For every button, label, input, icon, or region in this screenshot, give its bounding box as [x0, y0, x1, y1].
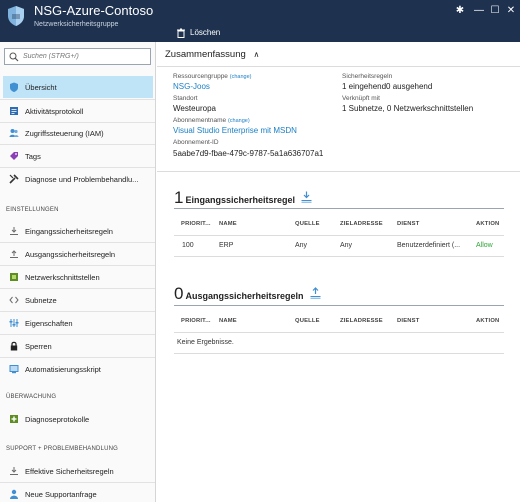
delete-button[interactable]: Löschen [176, 26, 220, 39]
sidebar-item-diagnostic-logs[interactable]: Diagnoseprotokolle [0, 408, 155, 430]
outbound-arrow-icon [310, 287, 321, 299]
settings-section-label: EINSTELLUNGEN [6, 207, 59, 213]
properties-icon [9, 319, 19, 327]
users-icon [9, 129, 19, 137]
col-source-out[interactable]: QUELLE [295, 318, 320, 324]
inbound-rules-title: 1 Eingangssicherheitsregel [174, 188, 312, 208]
close-icon[interactable]: ✕ [504, 4, 518, 18]
col-action-out[interactable]: AKTION [476, 318, 499, 324]
security-rules-label: Sicherheitsregeln [342, 73, 393, 80]
associated-value: 1 Subnetze, 0 Netzwerkschnittstellen [342, 104, 474, 113]
diagnostic-logs-icon [10, 415, 18, 423]
pin-icon[interactable]: ✱ [453, 4, 467, 18]
row-name: ERP [219, 242, 234, 249]
sidebar-item-automation-script[interactable]: Automatisierungsskript [0, 358, 155, 380]
inbound-count: 1 [174, 188, 184, 207]
table-row[interactable]: 100 ERP Any Any Benutzerdefiniert (... A… [174, 236, 504, 256]
col-source[interactable]: QUELLE [295, 221, 320, 227]
sidebar-item-outbound-rules[interactable]: Ausgangssicherheitsregeln [0, 243, 155, 265]
change-subscription-link[interactable]: (change) [228, 118, 250, 124]
col-name[interactable]: NAME [219, 221, 237, 227]
search-icon [9, 52, 19, 61]
outbound-title: Ausgangssicherheitsregeln [185, 291, 304, 301]
row-service: Benutzerdefiniert (... [397, 242, 461, 249]
network-interface-icon [10, 273, 18, 281]
chevron-up-icon: ∧ [253, 50, 260, 59]
sidebar-item-activity-log[interactable]: Aktivitätsprotokoll [0, 100, 155, 122]
sidebar-item-locks[interactable]: Sperren [0, 335, 155, 357]
support-person-icon [10, 489, 18, 499]
summary-heading: Zusammenfassung [165, 49, 246, 60]
outbound-rules-title: 0 Ausgangssicherheitsregeln [174, 284, 321, 304]
sidebar-item-inbound-rules[interactable]: Eingangssicherheitsregeln [0, 220, 155, 242]
title-bar: NSG-Azure-Contoso Netzwerksicherheitsgru… [0, 0, 520, 42]
summary-toggle[interactable]: Zusammenfassung ∧ [165, 49, 259, 60]
col-action[interactable]: AKTION [476, 221, 499, 227]
sidebar-item-network-interfaces[interactable]: Netzwerkschnittstellen [0, 266, 155, 288]
col-service[interactable]: DIENST [397, 221, 419, 227]
subscription-id-value: 5aabe7d9-fbae-479c-9787-5a1a636707a1 [173, 149, 324, 158]
resource-group-link[interactable]: NSG-Joos [173, 82, 210, 91]
window-title: NSG-Azure-Contoso [34, 3, 154, 18]
lock-icon [10, 341, 18, 351]
inbound-title: Eingangssicherheitsregel [185, 195, 296, 205]
search-input[interactable] [23, 53, 143, 60]
row-action: Allow [476, 242, 493, 249]
outbound-rules-icon [10, 250, 18, 258]
subscription-name-link[interactable]: Visual Studio Enterprise mit MSDN [173, 126, 297, 135]
row-source: Any [295, 242, 308, 249]
subscription-name-label: Abonnementname (change) [173, 117, 250, 124]
main-content: Zusammenfassung ∧ Ressourcengruppe (chan… [157, 42, 520, 502]
security-rules-value: 1 eingehend0 ausgehend [342, 82, 433, 91]
col-destination[interactable]: ZIELADRESSE [340, 221, 383, 227]
sidebar-item-subnets[interactable]: Subnetze [0, 289, 155, 311]
wrench-icon [9, 174, 19, 184]
sidebar-item-diagnose[interactable]: Diagnose und Problembehandlu... [0, 168, 155, 190]
col-priority-out[interactable]: PRIORIT... [181, 318, 211, 324]
associated-label: Verknüpft mit [342, 95, 380, 102]
outbound-count: 0 [174, 284, 184, 303]
maximize-icon[interactable]: ☐ [488, 4, 502, 18]
sidebar: Übersicht Aktivitätsprotokoll Zugriffsst… [0, 42, 156, 502]
subscription-id-label: Abonnement-ID [173, 139, 219, 146]
resource-group-label: Ressourcengruppe (change) [173, 73, 252, 80]
tag-icon [10, 152, 18, 160]
row-destination: Any [340, 242, 353, 249]
inbound-arrow-icon [301, 191, 312, 203]
window-subtitle: Netzwerksicherheitsgruppe [34, 21, 119, 28]
sidebar-item-properties[interactable]: Eigenschaften [0, 312, 155, 334]
location-label: Standort [173, 95, 198, 102]
location-value: Westeuropa [173, 104, 216, 113]
sidebar-item-effective-rules[interactable]: Effektive Sicherheitsregeln [0, 460, 155, 482]
support-section-label: SUPPORT + PROBLEMBEHANDLUNG [6, 446, 119, 452]
subnet-icon [9, 296, 19, 304]
activity-log-icon [10, 107, 18, 115]
row-priority: 100 [182, 242, 194, 249]
sidebar-item-access-control[interactable]: Zugriffssteuerung (IAM) [0, 122, 155, 144]
col-name-out[interactable]: NAME [219, 318, 237, 324]
col-destination-out[interactable]: ZIELADRESSE [340, 318, 383, 324]
sidebar-item-tags[interactable]: Tags [0, 145, 155, 167]
automation-script-icon [9, 365, 19, 374]
minimize-icon[interactable]: — [472, 4, 486, 18]
delete-label: Löschen [190, 28, 221, 37]
monitoring-section-label: ÜBERWACHUNG [6, 394, 57, 400]
shield-icon [8, 6, 24, 26]
change-resource-group-link[interactable]: (change) [230, 74, 252, 80]
col-priority[interactable]: PRIORIT... [181, 221, 211, 227]
trash-icon [177, 28, 185, 38]
shield-icon [10, 82, 18, 92]
sidebar-item-overview[interactable]: Übersicht [3, 76, 153, 98]
col-service-out[interactable]: DIENST [397, 318, 419, 324]
search-box[interactable] [4, 48, 151, 65]
inbound-rules-icon [10, 227, 18, 235]
empty-results: Keine Ergebnisse. [177, 339, 234, 346]
sidebar-item-new-support-request[interactable]: Neue Supportanfrage [0, 483, 155, 502]
effective-rules-icon [10, 467, 18, 475]
